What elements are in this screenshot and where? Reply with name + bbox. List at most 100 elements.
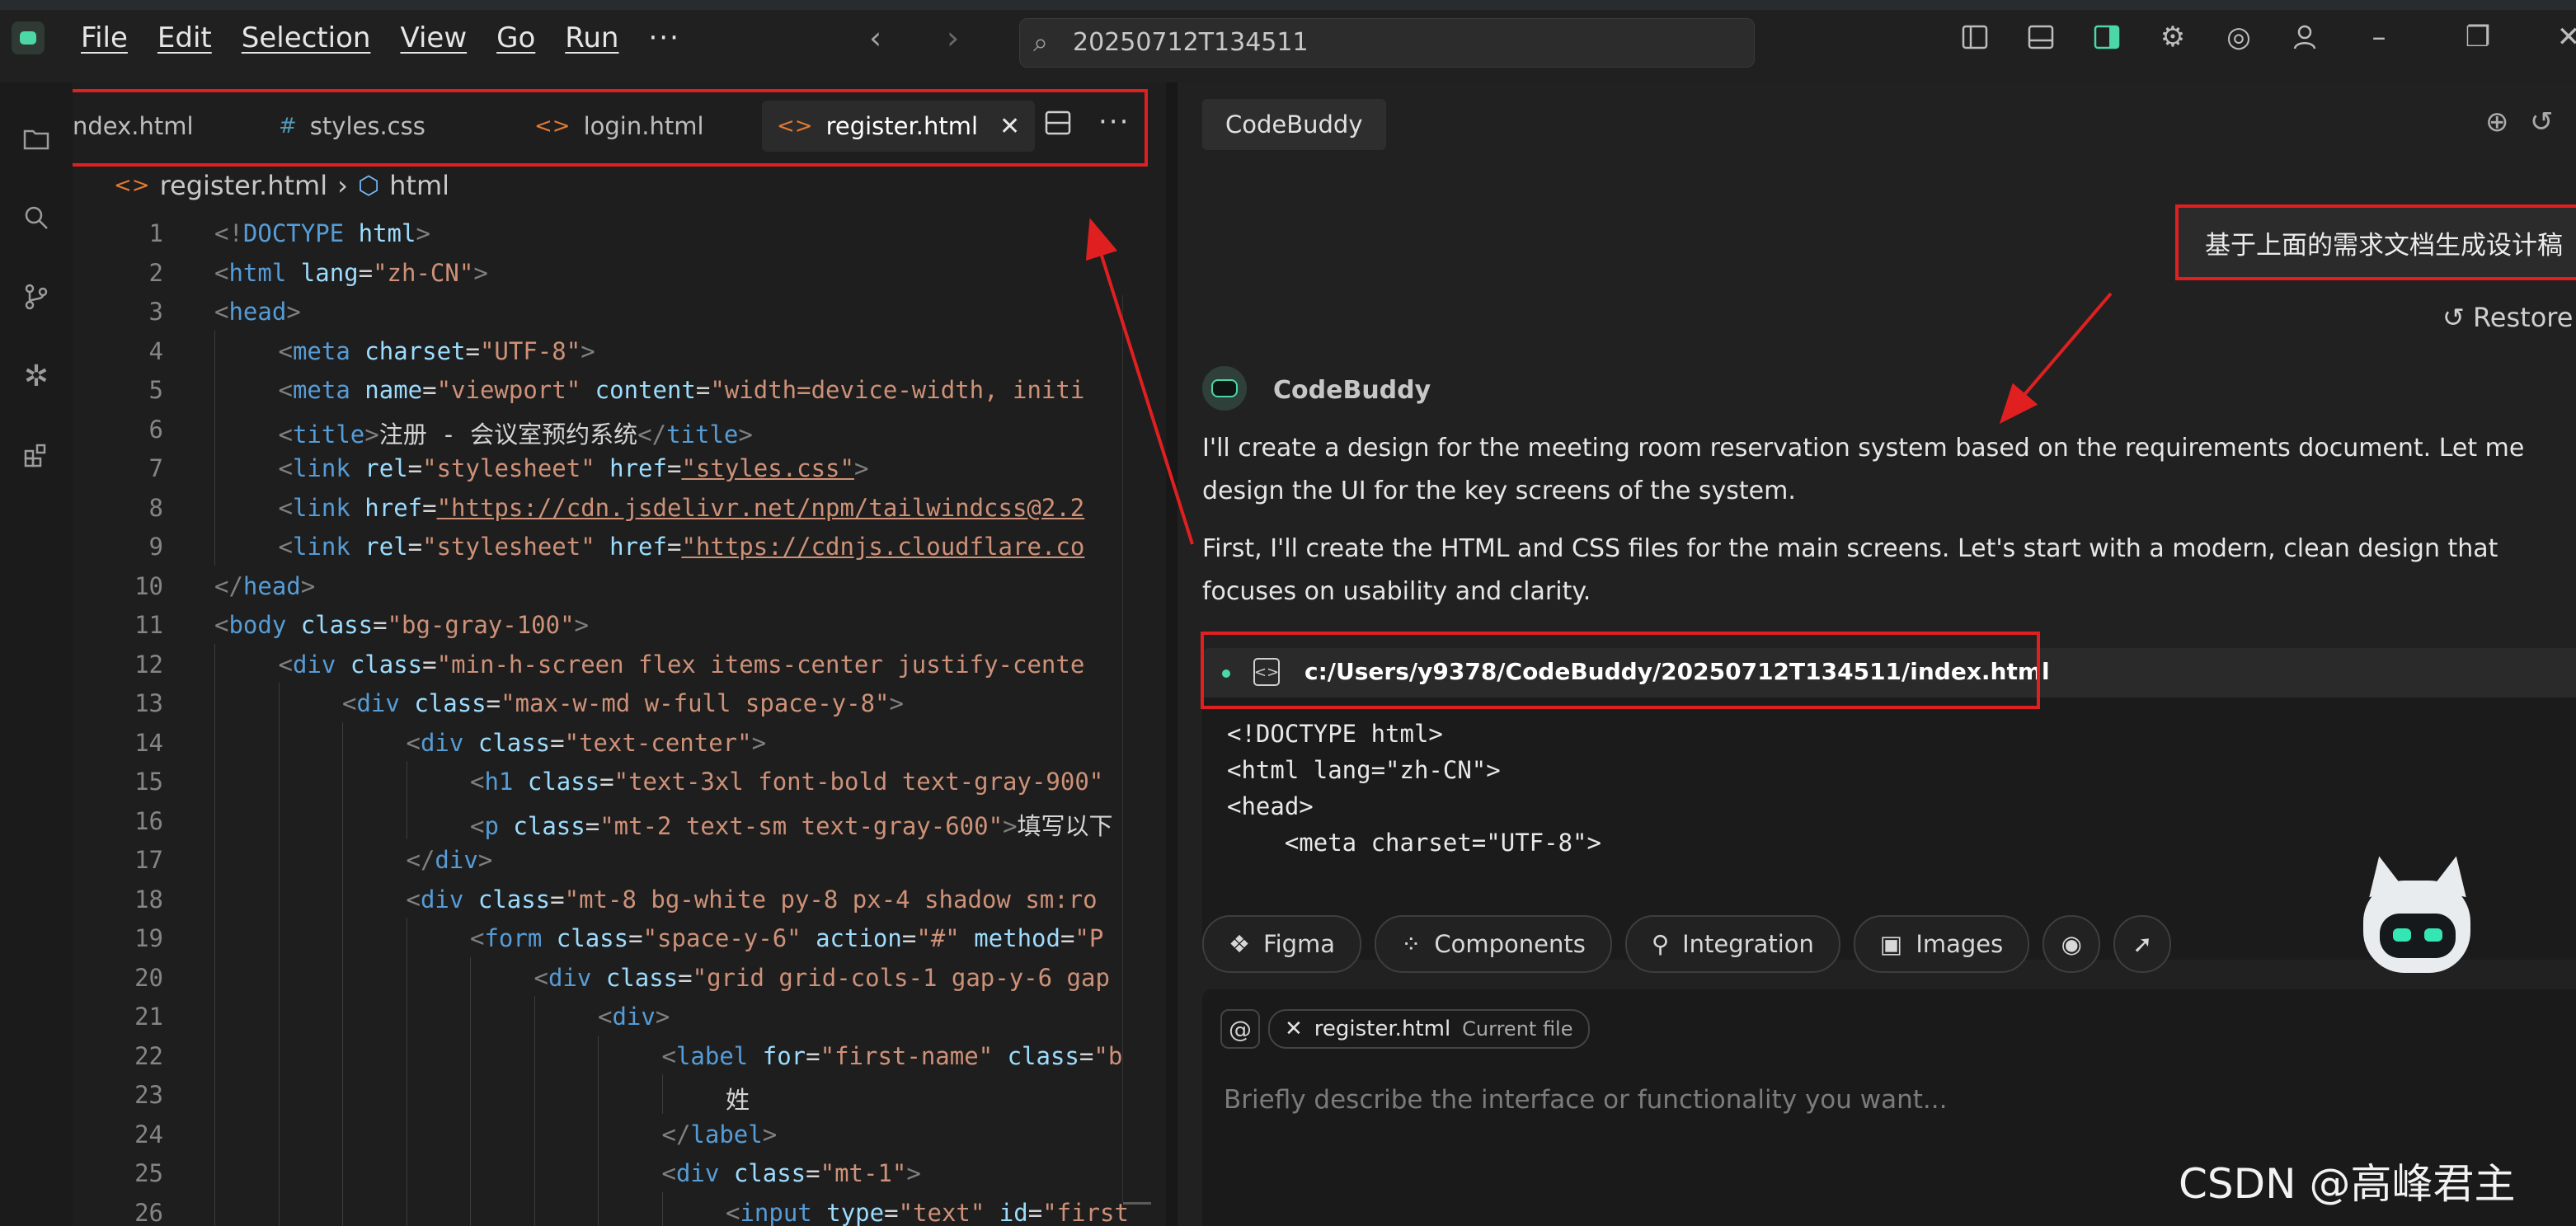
toggle-primary-sidebar-icon[interactable] bbox=[1956, 18, 1994, 56]
menu-view[interactable]: View bbox=[400, 21, 467, 54]
breadcrumb-element[interactable]: html bbox=[389, 170, 449, 201]
code-line[interactable]: 8 <link href="https://cdn.jsdelivr.net/np… bbox=[73, 486, 1166, 526]
chip-label: Figma bbox=[1263, 930, 1336, 958]
menu-go[interactable]: Go bbox=[496, 21, 535, 54]
menu-run[interactable]: Run bbox=[565, 21, 618, 54]
integration-chip[interactable]: ⚲ Integration bbox=[1624, 915, 1840, 973]
indent-guide bbox=[214, 761, 215, 801]
account-icon[interactable] bbox=[2286, 18, 2324, 56]
line-number: 3 bbox=[148, 298, 163, 326]
code-line[interactable]: 24 </label> bbox=[73, 1113, 1166, 1153]
code-line[interactable]: 23 姓 bbox=[73, 1074, 1166, 1114]
editor-minimap[interactable] bbox=[1122, 295, 1151, 1205]
code-view[interactable]: 1 <!DOCTYPE html> 2 <html lang="zh-CN"> 3 <he… bbox=[73, 213, 1166, 1226]
code-text: 姓 bbox=[726, 1086, 750, 1114]
command-center-search[interactable]: ⌕ 20250712T134511 bbox=[1019, 18, 1755, 68]
restore-window-icon[interactable]: ❐ bbox=[2459, 18, 2497, 56]
code-line[interactable]: 16 <p class="mt-2 text-sm text-gray-600">… bbox=[73, 800, 1166, 840]
image-icon: ▣ bbox=[1879, 930, 1903, 958]
code-line[interactable]: 7 <link rel="stylesheet" href="styles.css… bbox=[73, 448, 1166, 487]
assistant-paragraph-2: First, I'll create the HTML and CSS file… bbox=[1202, 534, 2498, 606]
menu-file[interactable]: File bbox=[81, 21, 128, 54]
line-number: 22 bbox=[134, 1041, 163, 1070]
indent-guide bbox=[342, 996, 343, 1036]
breadcrumb-file[interactable]: register.html bbox=[160, 170, 328, 201]
source-control-icon[interactable] bbox=[16, 277, 56, 317]
line-number: 1 bbox=[148, 219, 163, 247]
codebuddy-avatar-icon bbox=[1202, 366, 1247, 411]
deploy-button[interactable]: ➚ bbox=[2113, 915, 2172, 973]
context-file-chip[interactable]: ✕ register.html Current file bbox=[1268, 1009, 1590, 1049]
menu-selection[interactable]: Selection bbox=[242, 21, 371, 54]
images-chip[interactable]: ▣ Images bbox=[1853, 915, 2030, 973]
indent-guide bbox=[214, 1035, 215, 1074]
code-line[interactable]: 3 <head> bbox=[73, 291, 1166, 331]
code-line[interactable]: 1 <!DOCTYPE html> bbox=[73, 213, 1166, 252]
indent-guide bbox=[598, 1153, 599, 1192]
code-line[interactable]: 2 <html lang="zh-CN"> bbox=[73, 252, 1166, 292]
code-text: <div class="max-w-md w-full space-y-8"> bbox=[342, 689, 904, 717]
menu-edit[interactable]: Edit bbox=[157, 21, 212, 54]
close-window-icon[interactable]: ✕ bbox=[2550, 18, 2576, 56]
code-line[interactable]: 6 <title>注册 - 会议室预约系统</title> bbox=[73, 408, 1166, 449]
indent-guide bbox=[214, 1191, 215, 1226]
code-text: <html lang="zh-CN"> bbox=[214, 258, 488, 287]
code-line[interactable]: 25 <div class="mt-1"> bbox=[73, 1153, 1166, 1192]
code-text: <meta charset="UTF-8"> bbox=[278, 336, 595, 365]
remove-context-icon[interactable]: ✕ bbox=[1285, 1017, 1303, 1041]
indent-guide bbox=[214, 721, 215, 761]
back-arrow-icon[interactable]: ‹ bbox=[869, 20, 881, 56]
indent-guide bbox=[278, 878, 280, 918]
menu-more-icon[interactable]: ··· bbox=[648, 21, 679, 54]
mention-at-icon[interactable]: @ bbox=[1220, 1009, 1260, 1049]
extensions-icon[interactable] bbox=[16, 435, 56, 475]
explorer-icon[interactable] bbox=[16, 119, 56, 158]
code-text: <link rel="stylesheet" href="styles.css"… bbox=[278, 454, 869, 482]
indent-guide bbox=[534, 996, 535, 1036]
new-chat-icon[interactable]: ⊕ bbox=[2485, 106, 2509, 139]
mascot-eye bbox=[2424, 928, 2442, 942]
code-line[interactable]: 11 <body class="bg-gray-100"> bbox=[73, 604, 1166, 644]
toggle-secondary-sidebar-icon[interactable] bbox=[2088, 18, 2126, 56]
components-chip[interactable]: ⁘ Components bbox=[1375, 915, 1612, 973]
code-line[interactable]: 13 <div class="max-w-md w-full space-y-8"… bbox=[73, 683, 1166, 722]
figma-chip[interactable]: ❖ Figma bbox=[1202, 915, 1362, 973]
code-line[interactable]: 26 <input type="text" id="first bbox=[73, 1191, 1166, 1226]
toggle-panel-icon[interactable] bbox=[2022, 18, 2060, 56]
line-number: 11 bbox=[134, 611, 163, 639]
run-debug-icon[interactable]: ✲ bbox=[16, 356, 56, 396]
code-line[interactable]: 22 <label for="first-name" class="b bbox=[73, 1035, 1166, 1074]
code-line[interactable]: 17 </div> bbox=[73, 839, 1166, 879]
restore-label: Restore bbox=[2472, 302, 2574, 333]
restore-button[interactable]: ↺ Restore bbox=[2442, 302, 2573, 333]
search-icon[interactable] bbox=[16, 198, 56, 237]
indent-guide bbox=[470, 1191, 471, 1226]
code-text: <title>注册 - 会议室预约系统</title> bbox=[278, 420, 753, 449]
indent-guide bbox=[342, 761, 343, 801]
code-line[interactable]: 18 <div class="mt-8 bg-white py-8 px-4 sh… bbox=[73, 878, 1166, 918]
code-line[interactable]: 10 </head> bbox=[73, 566, 1166, 605]
history-icon[interactable]: ↺ bbox=[2530, 106, 2554, 139]
code-line[interactable]: 20 <div class="grid grid-cols-1 gap-y-6 g… bbox=[73, 956, 1166, 996]
indent-guide bbox=[534, 1113, 535, 1153]
line-number: 10 bbox=[134, 571, 163, 600]
settings-gear-icon[interactable]: ⚙ bbox=[2154, 18, 2192, 56]
code-line[interactable]: 12 <div class="min-h-screen flex items-ce… bbox=[73, 643, 1166, 683]
assistant-paragraph-1: I'll create a design for the meeting roo… bbox=[1202, 434, 2525, 505]
code-line[interactable]: 14 <div class="text-center"> bbox=[73, 721, 1166, 761]
chat-tab-codebuddy[interactable]: CodeBuddy bbox=[1202, 99, 1386, 150]
app-logo-icon bbox=[12, 21, 45, 54]
browser-icon[interactable]: ◎ bbox=[2220, 18, 2258, 56]
forward-arrow-icon[interactable]: › bbox=[947, 20, 959, 56]
code-line[interactable]: 5 <meta name="viewport" content="width=de… bbox=[73, 369, 1166, 409]
code-line[interactable]: 15 <h1 class="text-3xl font-bold text-gra… bbox=[73, 761, 1166, 801]
eye-icon: ◉ bbox=[2061, 930, 2082, 958]
panel-divider[interactable] bbox=[1166, 82, 1178, 1226]
code-line[interactable]: 19 <form class="space-y-6" action="#" met… bbox=[73, 918, 1166, 957]
code-line[interactable]: 21 <div> bbox=[73, 996, 1166, 1036]
indent-guide bbox=[214, 643, 215, 683]
code-line[interactable]: 4 <meta charset="UTF-8"> bbox=[73, 330, 1166, 369]
code-line[interactable]: 9 <link rel="stylesheet" href="https://cd… bbox=[73, 526, 1166, 566]
minimize-icon[interactable]: – bbox=[2360, 18, 2398, 56]
preview-button[interactable]: ◉ bbox=[2042, 915, 2101, 973]
